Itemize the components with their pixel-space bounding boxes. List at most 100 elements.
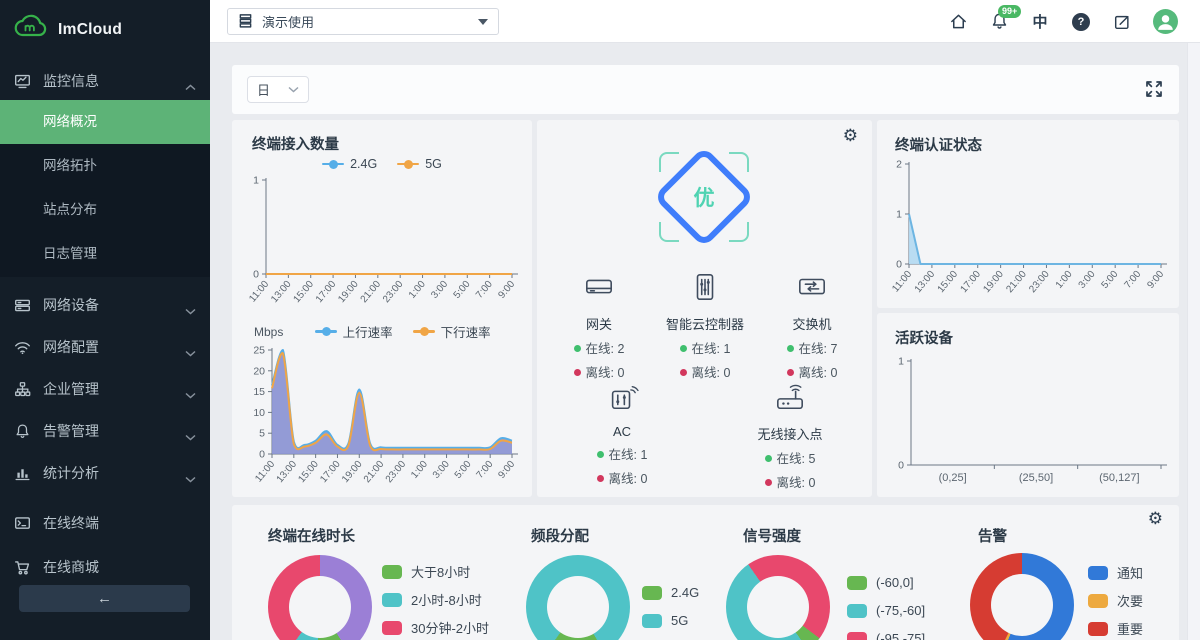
- chart-legend: 通知次要重要: [1088, 563, 1143, 640]
- card-title: 终端在线时长: [268, 525, 355, 546]
- legend-item[interactable]: 2小时-8小时: [382, 590, 489, 609]
- user-avatar[interactable]: [1153, 9, 1178, 34]
- notifications-bell-icon[interactable]: 99+: [989, 12, 1009, 32]
- band-allocation-donut: [526, 555, 630, 640]
- bell-icon: [14, 423, 31, 440]
- legend-item[interactable]: (-60,0]: [847, 573, 925, 592]
- sidebar-collapse-button[interactable]: ←: [19, 585, 190, 612]
- sidebar-item-online-store[interactable]: 在线商城: [0, 546, 210, 588]
- collapse-arrow-icon: ←: [97, 590, 112, 607]
- svg-text:15:00: 15:00: [292, 279, 317, 306]
- device-online-status: 在线: 1: [567, 444, 677, 463]
- svg-text:7:00: 7:00: [474, 279, 495, 301]
- svg-text:1: 1: [253, 175, 259, 187]
- main-scrollbar[interactable]: [1187, 43, 1200, 640]
- online-dot: [680, 345, 687, 352]
- auth-status-chart: 01211:0013:0015:0017:0019:0021:0023:001:…: [885, 156, 1171, 302]
- legend-item[interactable]: 5G: [397, 157, 442, 171]
- wireless-ap-icon: [773, 399, 807, 416]
- sidebar-item-network-config[interactable]: 网络配置: [0, 326, 210, 368]
- chevron-down-icon: [185, 386, 196, 393]
- svg-text:20: 20: [253, 365, 265, 377]
- home-icon[interactable]: [948, 12, 968, 32]
- legend-item[interactable]: 次要: [1088, 591, 1143, 610]
- cloud-controller-icon: [688, 289, 722, 306]
- online-dot: [765, 455, 772, 462]
- chevron-down-icon: [185, 428, 196, 435]
- device-name: 智能云控制器: [650, 314, 760, 333]
- settings-gear-icon[interactable]: ⚙: [1148, 510, 1163, 527]
- svg-text:9:00: 9:00: [496, 279, 517, 301]
- svg-text:11:00: 11:00: [247, 279, 271, 305]
- period-selector-dropdown[interactable]: 日: [247, 76, 309, 103]
- sidebar-item-label: 统计分析: [43, 463, 185, 483]
- svg-text:17:00: 17:00: [959, 269, 984, 296]
- online-dot: [787, 345, 794, 352]
- sidebar-item-site-distribution[interactable]: 站点分布: [0, 188, 210, 232]
- device-offline-status: 离线: 0: [567, 468, 677, 487]
- svg-text:19:00: 19:00: [981, 269, 1006, 296]
- help-icon[interactable]: ?: [1071, 12, 1091, 32]
- svg-text:5: 5: [259, 428, 265, 440]
- sidebar-item-enterprise-mgmt[interactable]: 企业管理: [0, 368, 210, 410]
- unit-label: Mbps: [254, 325, 283, 339]
- legend-item[interactable]: 30分钟-2小时: [382, 618, 489, 637]
- svg-text:1:00: 1:00: [409, 459, 430, 481]
- sidebar-item-alarm-mgmt[interactable]: 告警管理: [0, 410, 210, 452]
- edit-icon[interactable]: [1112, 12, 1132, 32]
- language-toggle[interactable]: 中: [1030, 12, 1050, 32]
- chart-legend: (-60,0] (-75,-60] (-95,-75]: [847, 573, 925, 640]
- gateway-icon: [582, 289, 616, 306]
- card-title: 信号强度: [743, 525, 801, 546]
- sidebar-item-log-management[interactable]: 日志管理: [0, 232, 210, 276]
- legend-item[interactable]: 重要: [1088, 619, 1143, 638]
- active-devices-card: 活跃设备 01(0,25](25,50](50,127]: [877, 313, 1179, 497]
- distribution-card: ⚙ 终端在线时长 大于8小时2小时-8小时30分钟-2小时 频段分配 2.4G5…: [232, 505, 1179, 640]
- svg-text:25: 25: [253, 345, 265, 357]
- sidebar-item-label: 网络配置: [43, 337, 185, 357]
- legend-item[interactable]: 2.4G: [642, 583, 699, 602]
- sidebar-item-online-terminals[interactable]: 在线终端: [0, 502, 210, 544]
- device-name: 交换机: [757, 314, 867, 333]
- org-selector-dropdown[interactable]: 演示使用: [227, 8, 499, 35]
- svg-text:3:00: 3:00: [429, 279, 450, 301]
- svg-text:0: 0: [898, 460, 904, 472]
- legend-item[interactable]: 上行速率: [315, 322, 393, 341]
- wifi-icon: [14, 339, 31, 356]
- app-title: ImCloud: [58, 21, 122, 39]
- legend-item[interactable]: (-95,-75]: [847, 629, 925, 640]
- svg-text:5:00: 5:00: [1100, 269, 1121, 291]
- legend-item[interactable]: (-75,-60]: [847, 601, 925, 620]
- legend-item[interactable]: 5G: [642, 611, 699, 630]
- sidebar-item-monitor-info[interactable]: 监控信息: [0, 60, 210, 102]
- legend-item[interactable]: 大于8小时: [382, 562, 489, 581]
- svg-text:1: 1: [898, 356, 904, 368]
- legend-item[interactable]: 下行速率: [413, 322, 491, 341]
- device-online-status: 在线: 2: [544, 338, 654, 357]
- svg-text:13:00: 13:00: [269, 279, 294, 306]
- sidebar-item-statistics[interactable]: 统计分析: [0, 452, 210, 494]
- legend-item[interactable]: 2.4G: [322, 157, 377, 171]
- topbar: 演示使用 99+ 中 ?: [210, 0, 1200, 43]
- svg-text:15:00: 15:00: [296, 459, 321, 486]
- settings-gear-icon[interactable]: ⚙: [843, 127, 858, 144]
- chart-legend: 2.4G 5G: [642, 583, 699, 639]
- svg-text:9:00: 9:00: [1145, 269, 1166, 291]
- legend-item[interactable]: 通知: [1088, 563, 1143, 582]
- sidebar-item-network-topology[interactable]: 网络拓扑: [0, 144, 210, 188]
- server-icon: [14, 297, 31, 314]
- fullscreen-icon[interactable]: [1145, 80, 1163, 98]
- svg-text:19:00: 19:00: [336, 279, 361, 306]
- svg-text:0: 0: [259, 449, 265, 461]
- alarm-donut: [970, 553, 1074, 640]
- period-label: 日: [257, 80, 270, 99]
- device-offline-status: 离线: 0: [650, 362, 760, 381]
- device-offline-status: 离线: 0: [544, 362, 654, 381]
- sidebar-item-network-devices[interactable]: 网络设备: [0, 284, 210, 326]
- active-devices-chart: 01(0,25](25,50](50,127]: [885, 351, 1171, 491]
- sidebar-item-network-overview[interactable]: 网络概况: [0, 100, 210, 144]
- sidebar-item-label: 告警管理: [43, 421, 185, 441]
- svg-text:23:00: 23:00: [1027, 269, 1052, 296]
- rate-chart: 051015202511:0013:0015:0017:0019:0021:00…: [242, 342, 522, 492]
- device-summary-wireless-ap: 无线接入点 在线: 5 离线: 0: [735, 382, 845, 491]
